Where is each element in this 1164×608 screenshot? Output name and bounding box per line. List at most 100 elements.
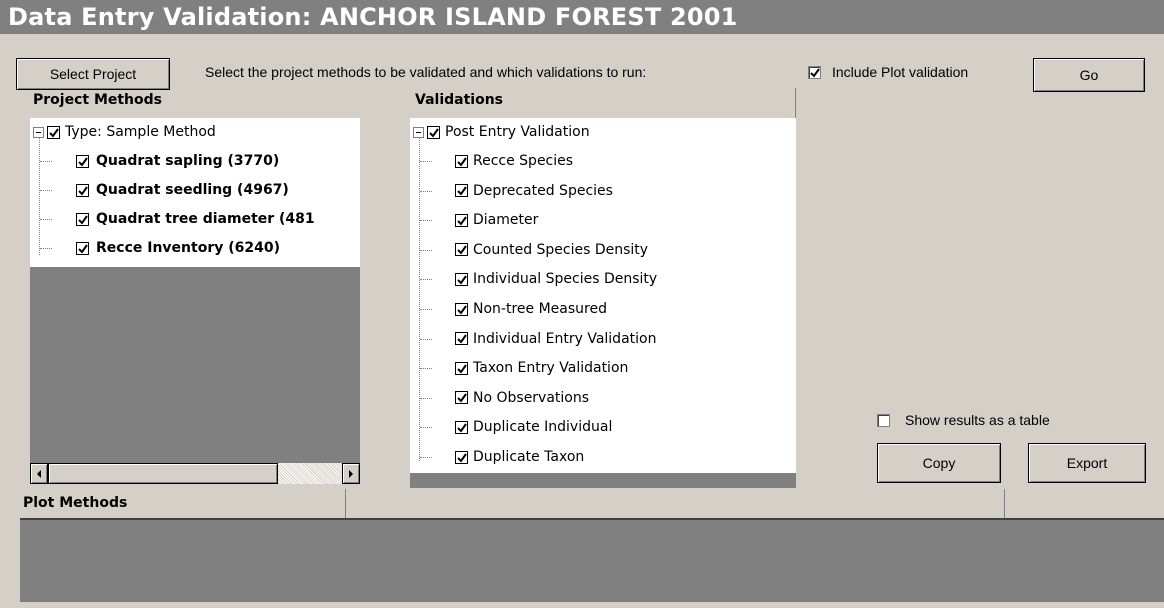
header-divider [795,88,796,118]
show-results-table-label: Show results as a table [905,412,1050,428]
checkbox-checked-icon[interactable] [455,391,468,405]
scroll-track[interactable] [278,463,342,484]
scroll-thumb[interactable] [48,463,278,484]
include-plot-checkbox[interactable]: Include Plot validation [808,64,968,80]
tree-branch [420,368,432,370]
checkbox-checked-icon[interactable] [455,332,468,346]
project-methods-tree[interactable]: Type: Sample Method Quadrat sapling (377… [30,118,360,267]
checkbox-checked-icon[interactable] [455,213,468,227]
scroll-left-button[interactable] [30,463,48,484]
collapse-icon[interactable] [413,126,424,138]
tree-branch [420,279,432,281]
validation-item[interactable]: Counted Species Density [455,239,648,261]
tree-line [419,136,420,461]
select-project-button[interactable]: Select Project [16,58,170,90]
method-item[interactable]: Quadrat seedling (4967) [76,179,289,201]
method-item-label: Quadrat sapling (3770) [96,153,280,169]
copy-button[interactable]: Copy [877,443,1001,483]
tree-root-label: Post Entry Validation [445,124,590,140]
plot-header-divider [345,489,346,518]
checkbox-checked-icon[interactable] [455,420,468,434]
method-item-label: Quadrat seedling (4967) [96,182,289,198]
plot-header-divider-right [1004,489,1005,518]
collapse-icon[interactable] [33,126,44,138]
checkbox-checked-icon[interactable] [455,184,468,198]
unchecked-box-icon [877,413,890,427]
method-item[interactable]: Quadrat tree diameter (481 [76,208,315,230]
validation-item[interactable]: Duplicate Individual [455,416,612,438]
method-item[interactable]: Recce Inventory (6240) [76,237,280,259]
checkbox-checked-icon[interactable] [455,154,468,168]
include-plot-label: Include Plot validation [832,64,969,80]
plot-methods-panel [20,518,1164,602]
validation-item-label: Counted Species Density [473,241,649,258]
go-label: Go [1079,67,1099,83]
validation-item-label: Diameter [473,212,539,229]
method-item[interactable]: Quadrat sapling (3770) [76,150,279,172]
validation-item-label: Duplicate Individual [473,419,613,436]
validation-item[interactable]: Duplicate Taxon [455,446,584,468]
checkbox-checked-icon[interactable] [455,361,468,375]
method-item-label: Recce Inventory (6240) [96,240,280,256]
checkbox-checked-icon[interactable] [76,241,89,255]
tree-branch [420,457,432,458]
checkbox-checked-icon[interactable] [76,154,89,168]
validation-item-label: Taxon Entry Validation [473,360,629,377]
checkbox-checked-icon[interactable] [455,243,468,257]
tree-branch [40,190,52,191]
copy-label: Copy [922,455,956,471]
select-project-label: Select Project [49,66,137,82]
go-button[interactable]: Go [1033,58,1145,92]
method-item-label: Quadrat tree diameter (481 [96,211,315,227]
horizontal-scrollbar[interactable] [30,463,360,484]
tree-root-label: Type: Sample Method [65,124,216,140]
checkbox-checked-icon[interactable] [455,450,468,464]
tree-branch [40,248,52,249]
tree-root-sample-method[interactable]: Type: Sample Method [33,121,216,143]
checkbox-checked-icon[interactable] [455,302,468,316]
tree-branch [40,161,52,162]
arrow-right-icon [349,469,353,478]
arrow-left-icon [37,469,41,478]
show-results-table-checkbox[interactable]: Show results as a table [877,412,1050,428]
tree-root-post-entry-validation[interactable]: Post Entry Validation [413,121,590,143]
validation-item[interactable]: Recce Species [455,150,573,172]
validation-item[interactable]: Individual Entry Validation [455,328,656,350]
checkbox-checked-icon[interactable] [47,125,60,139]
tree-branch [420,249,432,251]
tree-branch [420,427,432,429]
project-methods-header: Project Methods [33,92,163,108]
validation-item-label: Deprecated Species [473,182,613,199]
tree-branch [420,338,432,340]
validation-item[interactable]: Diameter [455,209,538,231]
export-label: Export [1066,455,1108,471]
validation-item[interactable]: Individual Species Density [455,268,657,290]
tree-branch [420,161,432,162]
tree-branch [420,309,432,310]
validation-item[interactable]: No Observations [455,387,589,409]
validation-item-label: Duplicate Taxon [473,449,585,465]
window-title: Data Entry Validation: ANCHOR ISLAND FOR… [8,3,738,31]
tree-line [39,136,40,255]
plot-methods-header: Plot Methods [23,495,128,511]
tree-branch [40,219,52,220]
export-button[interactable]: Export [1028,443,1146,483]
tree-branch [420,220,432,222]
scroll-right-button[interactable] [342,463,360,484]
checkbox-checked-icon[interactable] [76,212,89,226]
validations-tree[interactable]: Post Entry Validation Recce Species Depre… [410,118,796,473]
instruction-text: Select the project methods to be validat… [205,64,647,80]
checkbox-checked-icon[interactable] [76,183,89,197]
checkbox-checked-icon[interactable] [455,272,468,286]
validation-item[interactable]: Taxon Entry Validation [455,357,628,379]
validation-item-label: No Observations [473,389,590,406]
validation-item[interactable]: Non-tree Measured [455,298,607,320]
validations-header: Validations [415,92,503,108]
validation-item-label: Non-tree Measured [473,301,607,317]
validation-item-label: Individual Species Density [473,271,658,288]
checkbox-checked-icon[interactable] [427,125,440,139]
validation-item-label: Recce Species [473,153,574,169]
validation-item[interactable]: Deprecated Species [455,180,613,202]
include-plot-check-icon [808,65,821,79]
tree-branch [420,397,432,399]
